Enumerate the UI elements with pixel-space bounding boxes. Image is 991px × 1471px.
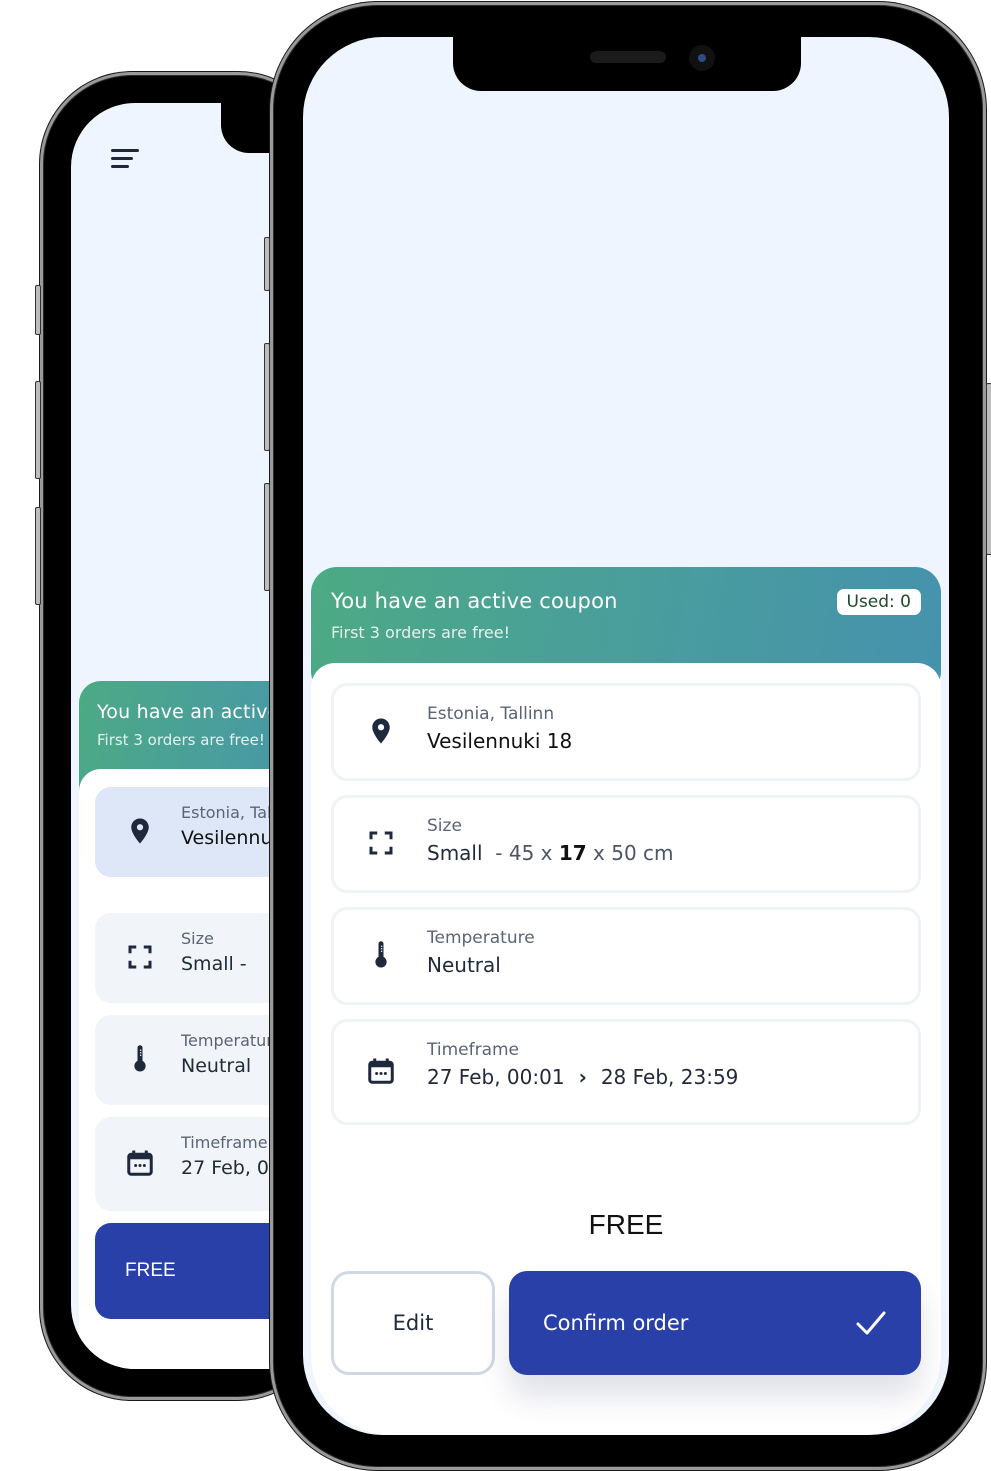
size-value: Small - [181, 953, 247, 975]
coupon-title: You have an active coupon [331, 589, 618, 613]
confirm-order-button[interactable]: Confirm order [509, 1271, 921, 1375]
front-phone-notch [453, 37, 801, 91]
edit-button[interactable]: Edit [331, 1271, 495, 1375]
expand-icon [128, 945, 152, 969]
map-pin-icon [372, 718, 390, 744]
coupon-subtitle: First 3 orders are free! [331, 623, 511, 642]
front-phone-silent-switch [264, 483, 270, 591]
timeframe-label: Timeframe [427, 1040, 520, 1060]
front-phone-screen: You have an active coupon First 3 orders… [303, 37, 949, 1435]
front-phone-volume-up [264, 237, 270, 291]
timeframe-end: 28 Feb, 23:59 [600, 1065, 739, 1089]
back-phone-volume-up [35, 381, 41, 479]
chevron-right-icon: › [578, 1065, 587, 1089]
back-phone-silent-switch [35, 285, 41, 335]
timeframe-card[interactable]: Timeframe 27 Feb, 00:01 › 28 Feb, 23:59 [331, 1019, 921, 1125]
front-phone-mockup: You have an active coupon First 3 orders… [264, 2, 991, 1470]
map-pin-icon [131, 818, 149, 844]
used-count-badge: Used: 0 [836, 589, 921, 615]
front-phone-volume-down [264, 343, 270, 451]
temperature-label: Temperature [181, 1031, 283, 1050]
location-value: Vesilennuki 18 [427, 729, 573, 753]
check-icon [856, 1311, 886, 1335]
thermometer-icon [134, 1045, 146, 1072]
size-dimensions-height: 17 [558, 841, 587, 865]
size-value: Small [427, 841, 483, 865]
size-dimensions-suffix: x 50 cm [593, 841, 674, 865]
speaker-grille [590, 51, 666, 63]
confirm-order-label: Confirm order [543, 1311, 689, 1335]
location-card[interactable]: Estonia, Tallinn Vesilennuki 18 [331, 683, 921, 781]
temperature-value: Neutral [427, 953, 501, 977]
size-dimensions-prefix: - 45 x [495, 841, 553, 865]
size-label: Size [427, 816, 462, 836]
order-price: FREE [588, 1209, 664, 1240]
thermometer-icon [375, 941, 387, 968]
temperature-value: Neutral [181, 1055, 252, 1077]
size-label: Size [181, 929, 214, 948]
back-phone-volume-down [35, 507, 41, 605]
location-label: Estonia, Tallinn [427, 704, 555, 724]
front-phone-power-button [986, 383, 991, 555]
size-card[interactable]: Size Small - 45 x 17 x 50 cm [331, 795, 921, 893]
temperature-label: Temperature [427, 928, 535, 948]
order-sheet: Estonia, Tallinn Vesilennuki 18 Size Sma… [311, 663, 941, 1435]
menu-icon[interactable] [111, 149, 139, 169]
expand-icon [369, 831, 393, 855]
calendar-icon [127, 1150, 153, 1176]
timeframe-start: 27 Feb, 00:01 [427, 1065, 565, 1089]
temperature-card[interactable]: Temperature Neutral [331, 907, 921, 1005]
front-camera [689, 45, 715, 71]
calendar-icon [368, 1058, 394, 1084]
